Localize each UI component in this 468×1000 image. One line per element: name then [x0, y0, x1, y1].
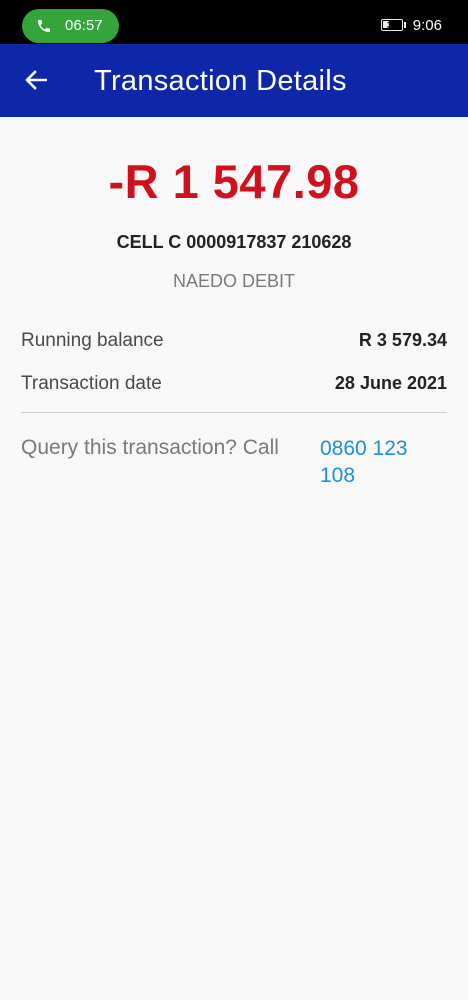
query-label: Query this transaction? Call	[21, 436, 279, 459]
page-title: Transaction Details	[94, 65, 347, 97]
running-balance-value: R 3 579.34	[358, 330, 447, 350]
query-phone-link[interactable]: 0860 123 108	[320, 435, 440, 489]
battery-nub	[404, 22, 406, 28]
status-bar: 06:57 36 9:06	[0, 0, 468, 44]
running-balance-label: Running balance	[21, 330, 164, 351]
call-duration: 06:57	[65, 17, 103, 34]
arrow-left-icon	[25, 70, 47, 90]
phone-icon	[38, 20, 50, 32]
battery-level: 36	[386, 20, 397, 30]
transaction-amount: -R 1 547.98	[108, 155, 360, 208]
transaction-date-label: Transaction date	[21, 373, 162, 394]
transaction-type: NAEDO DEBIT	[172, 271, 296, 291]
app-bar: Transaction Details	[0, 44, 468, 117]
transaction-description: CELL C 0000917837 210628	[116, 232, 352, 252]
transaction-date-value: 28 June 2021	[334, 373, 447, 393]
status-clock: 9:06	[412, 17, 442, 34]
divider	[21, 412, 447, 413]
ongoing-call-pill[interactable]: 06:57	[22, 9, 119, 43]
back-button[interactable]	[14, 58, 58, 102]
